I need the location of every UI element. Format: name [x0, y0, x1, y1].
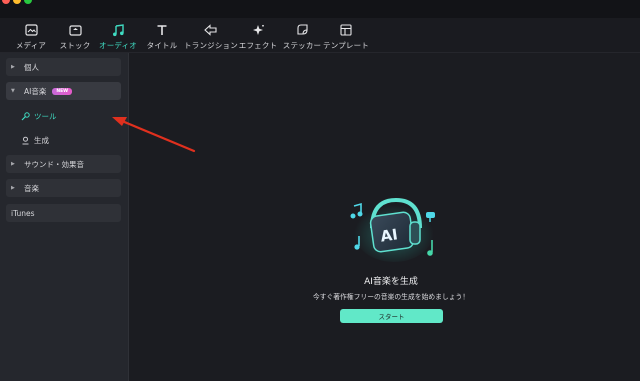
tab-effects[interactable]: エフェクト [238, 23, 278, 51]
music-note-icon [110, 23, 126, 37]
sidebar-item-label: AI音楽 [24, 86, 47, 96]
window-titlebar [0, 0, 640, 18]
wand-icon [20, 111, 30, 121]
minimize-window-button[interactable] [13, 0, 21, 4]
chevron-down-icon: ▼ [11, 88, 15, 94]
tab-stickers[interactable]: ステッカー [282, 23, 322, 51]
template-icon [338, 23, 354, 37]
empty-state-title: AI音楽を生成 [364, 277, 418, 287]
zoom-window-button[interactable] [24, 0, 32, 4]
sticker-icon [294, 23, 310, 37]
transition-icon [203, 23, 219, 37]
tab-label: ストック [59, 41, 91, 50]
tab-label: ステッカー [282, 41, 322, 50]
tab-media[interactable]: メディア [16, 23, 46, 51]
tab-label: テンプレート [323, 41, 369, 50]
tab-templates[interactable]: テンプレート [323, 23, 369, 51]
sidebar-item-label: 個人 [24, 62, 39, 72]
tab-audio[interactable]: オーディオ [99, 23, 137, 51]
sidebar-subitem-label: 生成 [34, 135, 49, 145]
sidebar-item-personal[interactable]: ▶ 個人 [6, 58, 121, 76]
start-button[interactable]: スタート [340, 309, 443, 323]
category-sidebar: ▶ 個人 ▼ AI音楽 NEW ツール 生成 ▶ サウンド・効果音 ▶ 音楽 i… [0, 53, 129, 381]
generate-icon [20, 135, 30, 145]
close-window-button[interactable] [2, 0, 10, 4]
tab-transitions[interactable]: トランジション [184, 23, 238, 51]
chevron-right-icon: ▶ [11, 185, 15, 191]
chevron-right-icon: ▶ [11, 161, 15, 167]
hero-ai-text: AI [379, 225, 399, 245]
tab-titles[interactable]: タイトル [146, 23, 178, 51]
sidebar-item-label: サウンド・効果音 [24, 159, 84, 169]
top-toolbar: メディア ストック オーディオ タイトル トランジション エフェクト ステッカー… [0, 18, 640, 53]
sidebar-item-sound-effects[interactable]: ▶ サウンド・効果音 [6, 155, 121, 173]
sidebar-subitem-tools[interactable]: ツール [20, 109, 57, 123]
tab-label: タイトル [146, 41, 178, 50]
empty-state-subtitle: 今すぐ著作権フリーの音楽の生成を始めましょう！ [312, 293, 470, 301]
stock-icon [67, 23, 83, 37]
tab-label: トランジション [184, 41, 238, 50]
text-t-icon [154, 23, 170, 37]
tab-label: エフェクト [238, 41, 278, 50]
tab-label: メディア [15, 41, 47, 50]
sidebar-item-itunes[interactable]: iTunes [6, 204, 121, 222]
ai-music-headphones-illustration: AI [350, 197, 435, 262]
media-icon [23, 23, 39, 37]
sidebar-item-label: 音楽 [24, 183, 39, 193]
effects-sparkle-icon [250, 23, 266, 37]
chevron-right-icon: ▶ [11, 64, 15, 70]
sidebar-subitem-generate[interactable]: 生成 [20, 133, 49, 147]
tab-label: オーディオ [99, 41, 137, 50]
sidebar-item-music[interactable]: ▶ 音楽 [6, 179, 121, 197]
sidebar-item-ai-music[interactable]: ▼ AI音楽 NEW [6, 82, 121, 100]
sidebar-subitem-label: ツール [34, 111, 57, 121]
sidebar-item-label: iTunes [11, 208, 35, 218]
tab-stock[interactable]: ストック [60, 23, 90, 51]
new-badge: NEW [52, 87, 73, 95]
